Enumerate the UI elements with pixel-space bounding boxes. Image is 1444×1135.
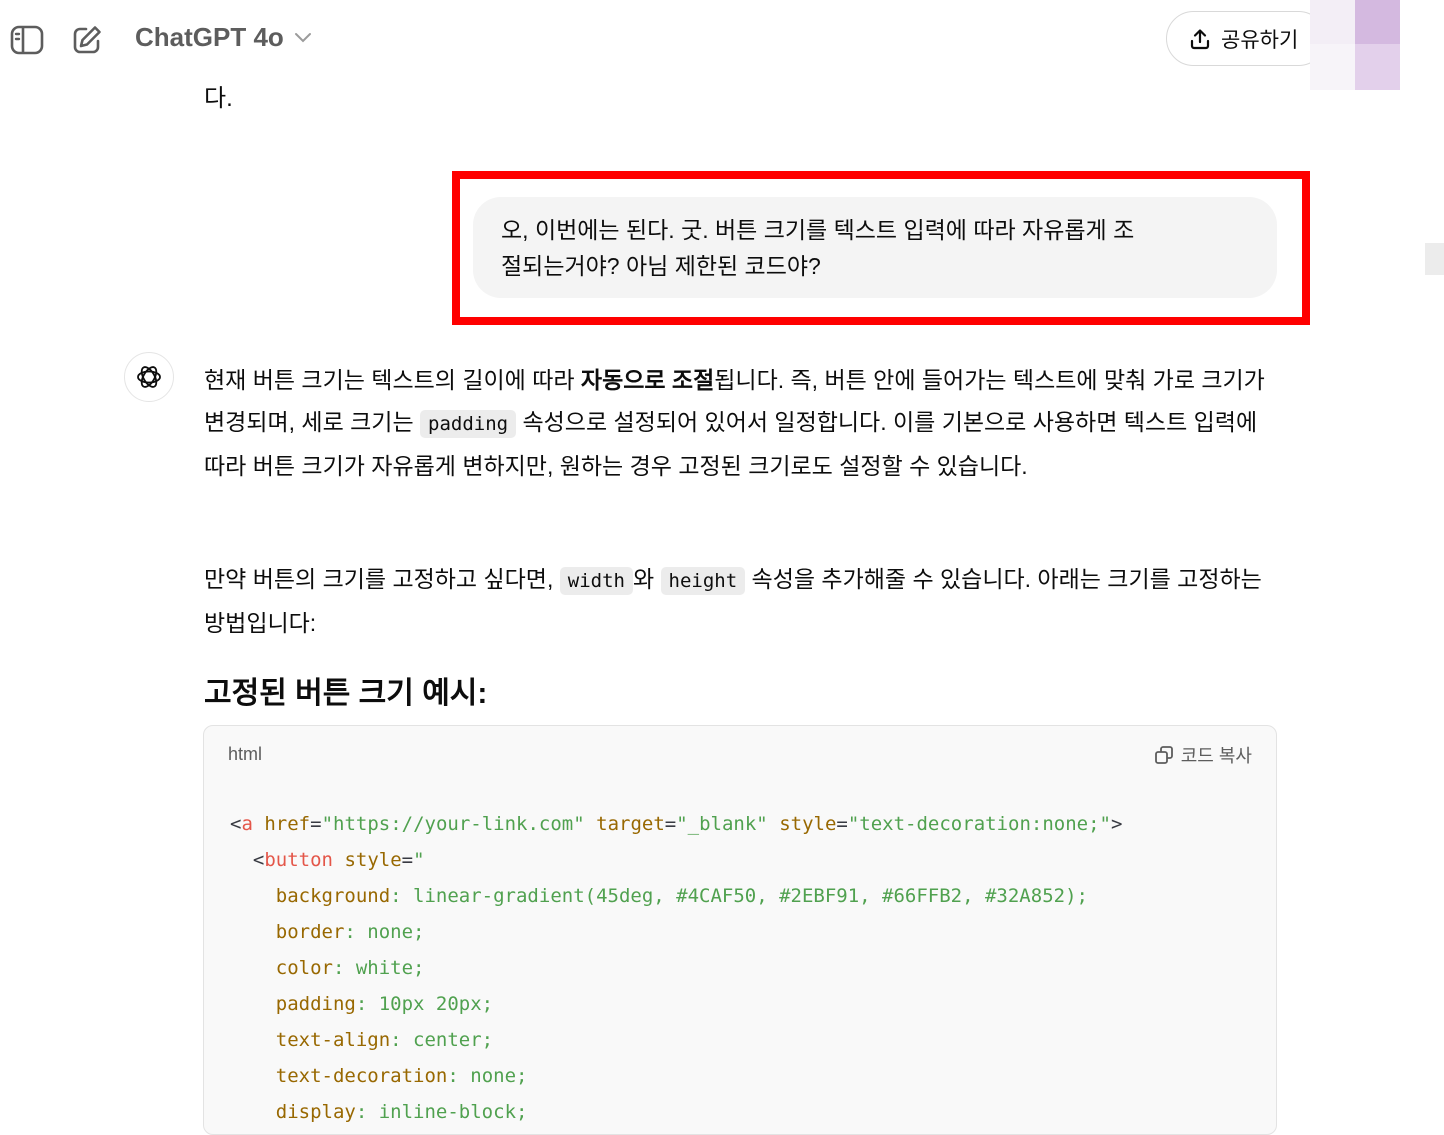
- decorative-tile: [1355, 44, 1400, 90]
- share-button[interactable]: 공유하기: [1166, 11, 1326, 66]
- bold-text: 자동으로 조절: [580, 367, 715, 393]
- share-icon: [1190, 28, 1210, 49]
- inline-code: padding: [420, 410, 517, 438]
- css-value: inline-block;: [378, 1101, 528, 1123]
- new-chat-button[interactable]: [67, 20, 107, 60]
- inline-code: height: [660, 567, 746, 595]
- decorative-tile: [1310, 44, 1355, 90]
- text-span: 만약 버튼의 크기를 고정하고 싶다면,: [204, 566, 560, 592]
- scrollbar-thumb[interactable]: [1425, 243, 1444, 275]
- css-value: none;: [470, 1065, 528, 1087]
- copy-code-button[interactable]: 코드 복사: [1154, 742, 1252, 768]
- css-value: white;: [355, 957, 425, 979]
- css-value: linear-gradient(45deg, #4CAF50, #2EBF91,…: [413, 885, 1088, 907]
- copy-icon: [1154, 746, 1173, 764]
- assistant-avatar: [124, 352, 174, 402]
- user-message-line: 오, 이번에는 된다. 굿. 버튼 크기를 텍스트 입력에 따라 자유롭게 조: [501, 217, 1135, 243]
- code-attr: href: [264, 813, 311, 835]
- section-heading: 고정된 버튼 크기 예시:: [204, 677, 488, 710]
- top-bar: ChatGPT 4o 공유하기: [0, 0, 1444, 82]
- code-attr: style: [779, 813, 837, 835]
- assistant-paragraph: 현재 버튼 크기는 텍스트의 길이에 따라 자동으로 조절됩니다. 즉, 버튼 …: [204, 359, 1279, 487]
- openai-logo-icon: [137, 366, 161, 388]
- code-string: "https://your-link.com": [321, 813, 585, 835]
- css-value: 10px 20px;: [378, 993, 494, 1015]
- assistant-paragraph: 만약 버튼의 크기를 고정하고 싶다면, width 와 height 속성을 추…: [204, 558, 1279, 644]
- css-property: padding: [275, 993, 356, 1015]
- code-tag: a: [241, 813, 253, 835]
- css-property: color: [275, 957, 333, 979]
- css-value: center;: [413, 1029, 494, 1051]
- new-chat-icon: [73, 26, 101, 54]
- sidebar-toggle-button[interactable]: [7, 20, 47, 60]
- text-span: 현재 버튼 크기는 텍스트의 길이에 따라: [204, 367, 581, 393]
- css-property: display: [275, 1101, 356, 1123]
- share-label: 공유하기: [1221, 28, 1299, 52]
- user-message-bubble: 오, 이번에는 된다. 굿. 버튼 크기를 텍스트 입력에 따라 자유롭게 조 …: [473, 197, 1277, 298]
- css-value: none;: [367, 921, 425, 943]
- model-name: ChatGPT 4o: [135, 22, 284, 52]
- user-message-line: 절되는거야? 아님 제한된 코드야?: [501, 253, 821, 279]
- code-language-label: html: [228, 744, 263, 764]
- copy-code-label: 코드 복사: [1180, 746, 1252, 766]
- code-string: "_blank": [676, 813, 768, 835]
- chevron-down-icon: [294, 32, 311, 42]
- model-selector[interactable]: ChatGPT 4o: [135, 22, 312, 53]
- css-property: background: [275, 885, 391, 907]
- sidebar-toggle-icon: [10, 25, 44, 55]
- code-content: <a href="https://your-link.com" target="…: [230, 813, 1123, 1123]
- decorative-tile: [1310, 0, 1355, 44]
- text-span: 와: [632, 566, 661, 592]
- code-attr: style: [344, 849, 402, 871]
- code-string: ": [413, 849, 425, 871]
- decorative-tile: [1355, 0, 1400, 44]
- code-string: "text-decoration:none;": [847, 813, 1111, 835]
- code-tag: button: [264, 849, 333, 871]
- previous-message-tail: 다.: [204, 85, 233, 112]
- code-block: html 코드 복사 <a href="https://your-link.co…: [203, 725, 1277, 1135]
- css-property: text-align: [275, 1029, 391, 1051]
- css-property: border: [275, 921, 345, 943]
- inline-code: width: [559, 567, 633, 595]
- code-attr: target: [596, 813, 665, 835]
- css-property: text-decoration: [275, 1065, 448, 1087]
